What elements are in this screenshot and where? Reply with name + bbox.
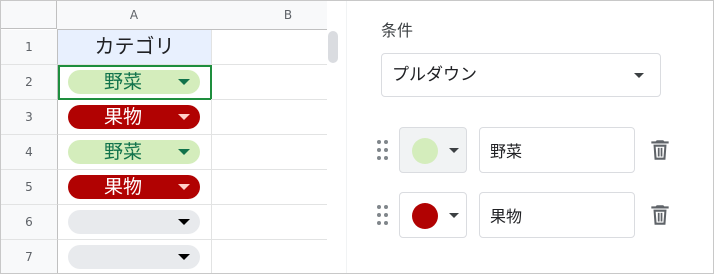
dropdown-arrow-icon[interactable] — [178, 79, 190, 85]
dropdown-chip[interactable]: 果物 — [68, 105, 200, 129]
select-all-corner[interactable] — [1, 1, 57, 29]
cell-b7[interactable] — [211, 240, 327, 273]
option-text-field[interactable] — [479, 127, 635, 173]
row-header-5[interactable]: 5 — [1, 170, 58, 205]
spreadsheet-grid: A B 1 2 3 4 5 6 7 カテゴリ 野菜 果物 野菜 果物 — [1, 1, 327, 273]
chevron-down-icon — [449, 148, 459, 153]
criteria-select[interactable]: プルダウン — [381, 53, 661, 97]
cell-b2[interactable] — [211, 65, 327, 100]
cell-b1[interactable] — [211, 30, 327, 65]
dropdown-chip[interactable] — [68, 245, 200, 269]
drag-handle-icon[interactable] — [377, 140, 391, 160]
cell-b5[interactable] — [211, 170, 327, 205]
option-text-field[interactable] — [479, 192, 635, 238]
trash-icon[interactable] — [647, 137, 673, 163]
color-swatch — [412, 138, 438, 164]
drag-handle-icon[interactable] — [377, 205, 391, 225]
dropdown-option-row — [347, 192, 713, 238]
cell-a5[interactable]: 果物 — [58, 170, 212, 205]
cell-a6[interactable] — [58, 205, 212, 240]
cell-a1[interactable]: カテゴリ — [58, 30, 212, 65]
row-header-4[interactable]: 4 — [1, 135, 58, 170]
cell-a4[interactable]: 野菜 — [58, 135, 212, 170]
cell-a2[interactable]: 野菜 — [58, 65, 212, 100]
dropdown-chip[interactable]: 野菜 — [68, 70, 200, 94]
row-header-7[interactable]: 7 — [1, 240, 58, 273]
chevron-down-icon — [449, 213, 459, 218]
chip-label: 野菜 — [103, 71, 142, 93]
dropdown-arrow-icon[interactable] — [178, 254, 190, 260]
dropdown-option-row — [347, 127, 713, 173]
dropdown-chip[interactable]: 果物 — [68, 175, 200, 199]
dropdown-arrow-icon[interactable] — [178, 219, 190, 225]
chip-label: 果物 — [103, 106, 142, 128]
dropdown-arrow-icon[interactable] — [178, 149, 190, 155]
column-header-a[interactable]: A — [57, 1, 212, 30]
data-validation-panel: 条件 プルダウン — [347, 1, 713, 273]
app-frame: A B 1 2 3 4 5 6 7 カテゴリ 野菜 果物 野菜 果物 条件 プル… — [0, 0, 714, 274]
dropdown-arrow-icon[interactable] — [178, 184, 190, 190]
row-header-6[interactable]: 6 — [1, 205, 58, 240]
criteria-label: 条件 — [381, 21, 414, 40]
cell-b6[interactable] — [211, 205, 327, 240]
dropdown-arrow-icon[interactable] — [178, 114, 190, 120]
cell-a7[interactable] — [58, 240, 212, 273]
cell-a3[interactable]: 果物 — [58, 100, 212, 135]
chip-label: 野菜 — [103, 141, 142, 163]
option-text-input[interactable] — [480, 128, 634, 172]
color-swatch — [412, 203, 438, 229]
vertical-scrollbar[interactable] — [328, 31, 338, 63]
dropdown-chip[interactable]: 野菜 — [68, 140, 200, 164]
color-picker-button[interactable] — [399, 127, 467, 173]
cell-b3[interactable] — [211, 100, 327, 135]
row-header-3[interactable]: 3 — [1, 100, 58, 135]
row-header-1[interactable]: 1 — [1, 30, 58, 65]
option-text-input[interactable] — [480, 193, 634, 237]
column-header-b[interactable]: B — [211, 1, 327, 30]
row-header-2[interactable]: 2 — [1, 65, 58, 100]
chevron-down-icon — [634, 73, 644, 78]
trash-icon[interactable] — [647, 202, 673, 228]
criteria-value: プルダウン — [392, 65, 477, 85]
color-picker-button[interactable] — [399, 192, 467, 238]
cell-b4[interactable] — [211, 135, 327, 170]
chip-label: 果物 — [103, 176, 142, 198]
dropdown-chip[interactable] — [68, 210, 200, 234]
